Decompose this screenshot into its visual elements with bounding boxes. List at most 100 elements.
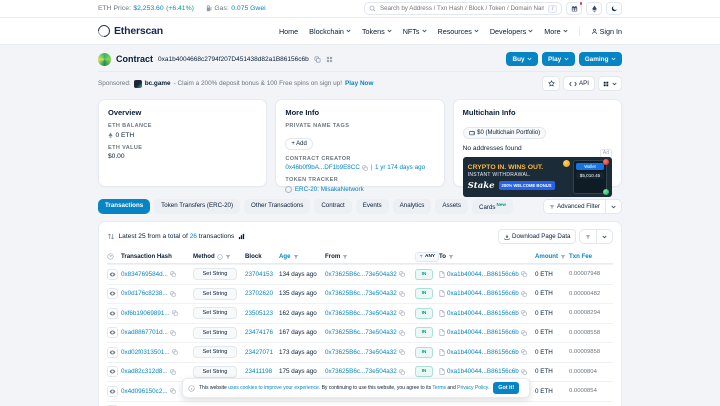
- copy-address-icon[interactable]: [314, 56, 321, 63]
- tx-hash-link[interactable]: 0x0d176c8238...: [121, 290, 168, 297]
- promotions-button[interactable]: [566, 1, 583, 15]
- creator-address-link[interactable]: 0x46b0f9bA...DF1b9E8CC: [285, 164, 360, 171]
- copy-icon[interactable]: [170, 369, 176, 375]
- age-filter-icon[interactable]: [293, 254, 299, 260]
- tx-hash-link[interactable]: 0xad8867701d...: [121, 329, 168, 336]
- privacy-policy-link[interactable]: Privacy Policy.: [457, 385, 489, 391]
- from-address-link[interactable]: 0x73625B6c...73e504a32: [325, 310, 397, 317]
- tx-hash-link[interactable]: 0xad82c312d8...: [121, 368, 168, 375]
- column-header-hash[interactable]: Transaction Hash: [121, 253, 193, 260]
- eth-price-value[interactable]: $2,253.60: [133, 5, 163, 12]
- copy-icon[interactable]: [170, 388, 176, 394]
- terms-link[interactable]: Terms: [432, 385, 446, 391]
- tx-hash-link[interactable]: 0xf6b19069891...: [121, 310, 170, 317]
- gaming-button[interactable]: Gaming: [578, 52, 622, 66]
- tab-cards[interactable]: CardsNew: [471, 199, 513, 215]
- table-filter-button[interactable]: [579, 229, 613, 245]
- stake-ad-banner[interactable]: CRYPTO IN. WINS OUT. INSTANT WITHDRAWAL.…: [462, 157, 612, 197]
- tx-preview-button[interactable]: [107, 385, 118, 397]
- copy-icon[interactable]: [172, 349, 178, 355]
- sponsored-cta-link[interactable]: Play Now: [345, 80, 373, 87]
- copy-icon[interactable]: [521, 330, 527, 336]
- tx-hash-link[interactable]: 0x834769584d...: [121, 271, 168, 278]
- copy-icon[interactable]: [172, 310, 178, 316]
- copy-icon[interactable]: [521, 310, 527, 316]
- to-address-link[interactable]: 0xa1b40044...B86156c6b: [447, 271, 519, 278]
- to-address-link[interactable]: 0xa1b40044...B86156c6b: [447, 349, 519, 356]
- copy-icon[interactable]: [170, 291, 176, 297]
- play-button[interactable]: Play: [542, 52, 575, 66]
- search-bar[interactable]: /: [364, 2, 562, 15]
- buy-button[interactable]: Buy: [506, 52, 539, 66]
- network-button[interactable]: [586, 2, 602, 15]
- tab-assets[interactable]: Assets: [435, 199, 468, 215]
- tx-preview-button[interactable]: [107, 346, 118, 358]
- tx-preview-button[interactable]: [107, 366, 118, 378]
- tx-preview-button[interactable]: [107, 327, 118, 339]
- token-tracker-link[interactable]: ERC-20: MisakaNetwork: [295, 186, 364, 193]
- column-header-fee[interactable]: Txn Fee: [569, 253, 592, 260]
- copy-icon[interactable]: [521, 349, 527, 355]
- tab-contract[interactable]: Contract: [314, 199, 352, 215]
- summary-count-link[interactable]: 26: [190, 233, 197, 240]
- column-header-age[interactable]: Age: [279, 253, 291, 260]
- copy-icon[interactable]: [399, 330, 405, 336]
- copy-icon[interactable]: [521, 271, 527, 277]
- info-icon[interactable]: [217, 253, 223, 260]
- block-link[interactable]: 23702620: [245, 290, 273, 297]
- nav-item-resources[interactable]: Resources: [438, 27, 479, 36]
- tx-hash-link[interactable]: 0x4d096150c2...: [121, 388, 168, 395]
- api-button[interactable]: API: [563, 76, 595, 91]
- copy-icon[interactable]: [170, 330, 176, 336]
- copy-icon[interactable]: [399, 349, 405, 355]
- tab-events[interactable]: Events: [355, 199, 389, 215]
- chart-icon[interactable]: [238, 233, 245, 240]
- direction-filter-button[interactable]: ANY: [415, 251, 439, 262]
- nav-item-home[interactable]: Home: [279, 27, 298, 36]
- copy-icon[interactable]: [399, 310, 405, 316]
- to-address-link[interactable]: 0xa1b40044...B86156c6b: [447, 310, 519, 317]
- tab-transactions[interactable]: Transactions: [98, 199, 151, 215]
- to-address-link[interactable]: 0xa1b40044...B86156c6b: [447, 329, 519, 336]
- tab-analytics[interactable]: Analytics: [392, 199, 432, 215]
- creation-txn-age-link[interactable]: 1 yr 174 days ago: [375, 164, 425, 171]
- multichain-portfolio-button[interactable]: $0 (Multichain Portfolio): [462, 127, 547, 139]
- qr-code-icon[interactable]: [326, 56, 333, 63]
- brand-logo-link[interactable]: Etherscan: [95, 22, 163, 40]
- theme-toggle-button[interactable]: [606, 2, 622, 15]
- search-input[interactable]: [380, 5, 545, 12]
- to-address-link[interactable]: 0xa1b40044...B86156c6b: [447, 290, 519, 297]
- copy-icon[interactable]: [399, 291, 405, 297]
- amount-filter-icon[interactable]: [560, 254, 566, 260]
- column-header-amount[interactable]: Amount: [535, 253, 558, 260]
- method-filter-icon[interactable]: [225, 254, 231, 260]
- copy-icon[interactable]: [399, 271, 405, 277]
- tab-other-transactions[interactable]: Other Transactions: [244, 199, 311, 215]
- copy-icon[interactable]: [362, 164, 368, 171]
- favorite-button[interactable]: [542, 76, 561, 91]
- tx-hash-link[interactable]: 0xd02f0313501...: [121, 349, 170, 356]
- from-address-link[interactable]: 0x73625B6c...73e504a32: [325, 349, 397, 356]
- nav-item-nfts[interactable]: NFTs: [403, 27, 427, 36]
- gas-value[interactable]: 0.075 Gwei: [231, 5, 265, 12]
- tab-token-transfers-erc-20[interactable]: Token Transfers (ERC-20): [154, 199, 241, 215]
- advanced-filter-button[interactable]: Advanced Filter: [542, 199, 622, 215]
- ad-cta-button[interactable]: 200% WELCOME BONUS: [498, 181, 555, 190]
- more-options-button[interactable]: [597, 76, 622, 91]
- from-address-link[interactable]: 0x73625B6c...73e504a32: [325, 290, 397, 297]
- block-link[interactable]: 23505123: [245, 310, 273, 317]
- add-private-tag-button[interactable]: + Add: [285, 137, 313, 150]
- from-address-link[interactable]: 0x73625B6c...73e504a32: [325, 271, 397, 278]
- nav-item-blockchain[interactable]: Blockchain: [309, 27, 351, 36]
- block-link[interactable]: 23427071: [245, 349, 273, 356]
- tx-preview-button[interactable]: [107, 268, 118, 280]
- block-link[interactable]: 23411198: [245, 368, 272, 375]
- nav-item-more[interactable]: More: [544, 27, 568, 36]
- download-page-data-button[interactable]: Download Page Data: [498, 229, 576, 245]
- copy-icon[interactable]: [399, 369, 405, 375]
- sign-in-link[interactable]: Sign In: [591, 27, 622, 36]
- to-address-link[interactable]: 0xa1b40044...B86156c6b: [447, 368, 519, 375]
- from-address-link[interactable]: 0x73625B6c...73e504a32: [325, 329, 397, 336]
- copy-icon[interactable]: [521, 291, 527, 297]
- cookie-link[interactable]: uses cookies to improve your experience.: [228, 385, 320, 391]
